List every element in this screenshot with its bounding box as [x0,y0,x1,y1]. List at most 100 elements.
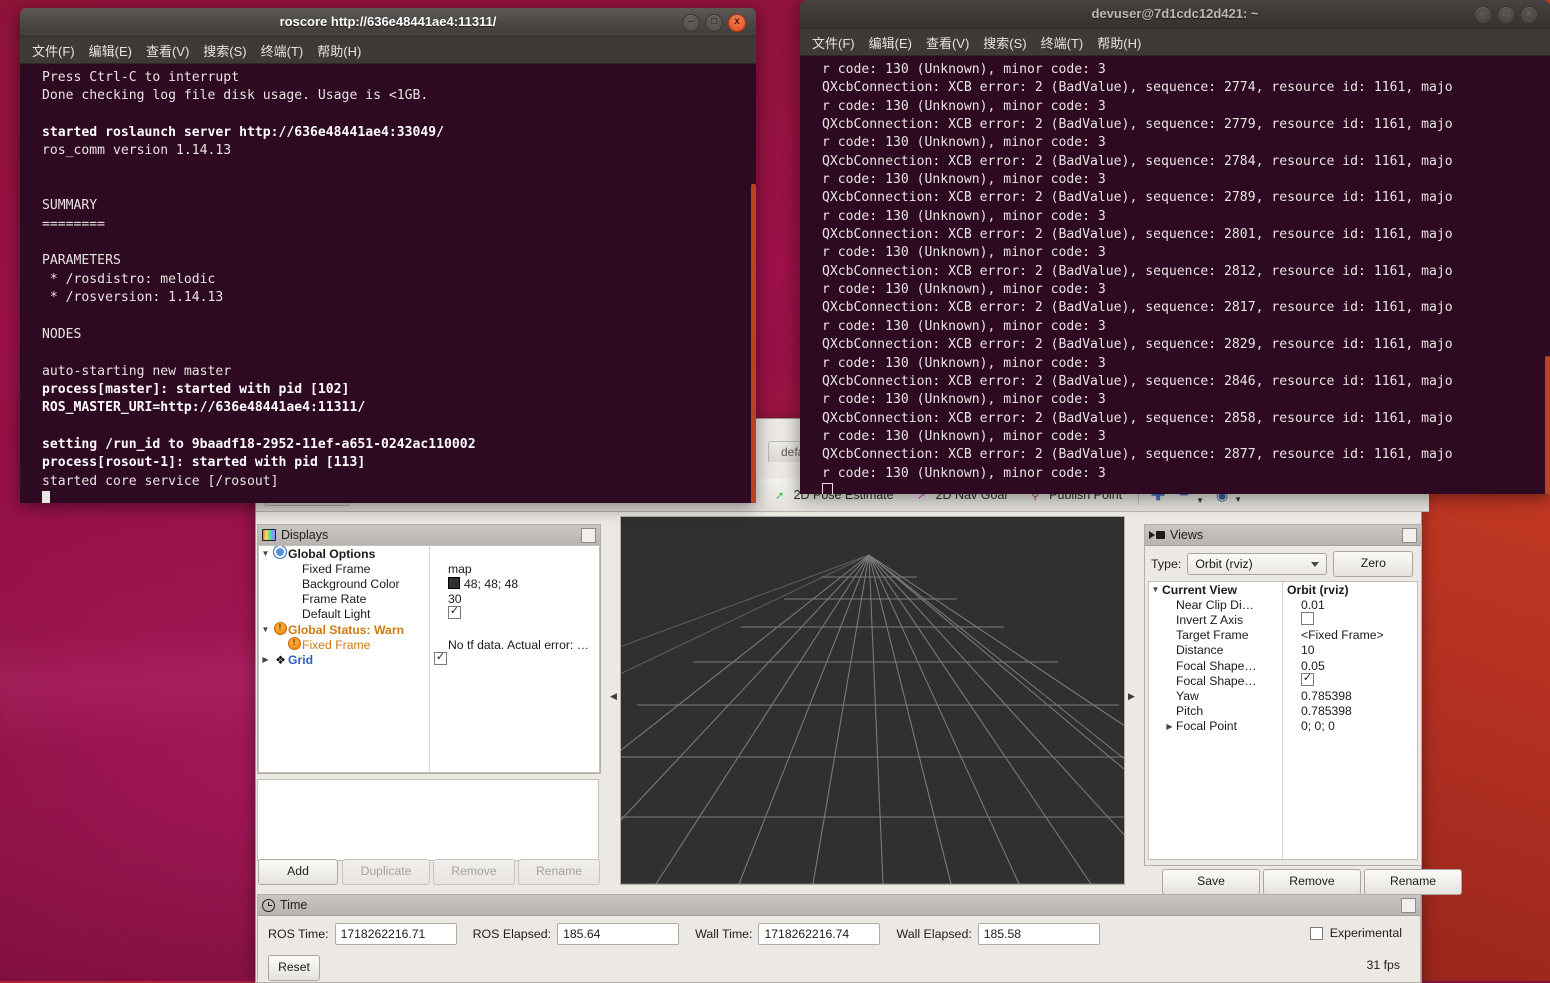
wall-elapsed-field[interactable]: 185.58 [977,923,1100,945]
grid-icon: ❖ [275,652,286,667]
terminal-left-scrollbar[interactable] [751,64,756,503]
tree-row-label: Focal Point [1176,719,1237,734]
tree-row-label: Frame Rate [302,592,367,607]
time-float-button[interactable] [1401,897,1416,913]
menu-item-2[interactable]: 查看(V) [146,41,189,60]
tree-row-value[interactable]: 0.785398 [1296,704,1352,718]
tree-row-value[interactable]: 10 [1296,643,1315,657]
menu-item-1[interactable]: 编辑(E) [869,33,912,52]
tree-row[interactable]: ▶ Focal Point 0; 0; 0 [1149,719,1417,734]
minimize-button-right[interactable]: – [1474,6,1492,24]
menu-item-0[interactable]: 文件(F) [812,33,855,52]
displays-float-button[interactable] [581,527,596,543]
views-tree[interactable]: ▼ Current View Orbit (rviz) Near Clip Di… 0.… [1148,581,1418,860]
views-zero-button[interactable]: Zero [1333,551,1414,577]
experimental-checkbox[interactable] [1309,926,1323,940]
chevron-down-icon-views [1311,562,1320,567]
tree-row[interactable]: Target Frame <Fixed Frame> [1149,628,1417,643]
terminal-left-body[interactable]: Press Ctrl-C to interrupt Done checking … [20,64,756,503]
expand-arrow-icon[interactable]: ▼ [259,549,272,558]
tree-row-value[interactable] [429,651,447,668]
views-float-button[interactable] [1402,527,1417,543]
collapse-arrow-icon[interactable]: ▶ [259,655,272,664]
row-checkbox[interactable] [448,606,461,620]
fps-label: 31 fps [1366,958,1401,972]
tree-row-value[interactable]: No tf data. Actual error: … [443,638,589,652]
time-panel: Time ROS Time: 1718262216.71 ROS Elapsed… [257,894,1421,983]
menu-item-0[interactable]: 文件(F) [32,41,75,60]
expand-arrow-icon[interactable]: ▼ [1149,585,1162,594]
terminal-right-menubar[interactable]: 文件(F) 编辑(E) 查看(V) 搜索(S) 终端(T) 帮助(H) [800,29,1550,56]
menu-item-4[interactable]: 终端(T) [261,41,304,60]
row-checkbox[interactable] [1301,611,1314,625]
menu-item-2[interactable]: 查看(V) [926,33,969,52]
tree-row[interactable]: Distance 10 [1149,643,1417,658]
menu-item-1[interactable]: 编辑(E) [89,41,132,60]
chevron-down-icon-2: ▼ [1234,494,1242,504]
render-view-3d[interactable] [620,516,1125,885]
row-checkbox[interactable] [434,651,447,665]
color-swatch[interactable] [448,576,460,589]
tree-row[interactable]: Pitch 0.785398 [1149,704,1417,719]
expand-arrow-icon[interactable]: ▼ [259,625,272,634]
ros-elapsed-field[interactable]: 185.64 [557,923,680,945]
tree-row-value[interactable]: map [443,562,472,576]
warning-icon [286,636,302,653]
tree-row-value[interactable]: Orbit (rviz) [1282,583,1349,597]
menu-item-5[interactable]: 帮助(H) [1097,33,1141,52]
warning-icon [272,621,288,638]
reset-button[interactable]: Reset [268,955,320,981]
tree-row[interactable]: Yaw 0.785398 [1149,688,1417,703]
ros-time-field[interactable]: 1718262216.71 [334,923,457,945]
maximize-button-left[interactable]: □ [705,14,723,32]
views-remove-button[interactable]: Remove [1263,869,1361,895]
close-button-right[interactable]: x [1520,6,1538,24]
tree-row-value[interactable]: 0.785398 [1296,689,1352,703]
terminal-left-title: roscore http://636e48441ae4:11311/ [279,14,497,29]
tree-row-value[interactable] [1296,611,1314,628]
terminal-window-roscore: roscore http://636e48441ae4:11311/ – □ x… [20,8,756,503]
tree-row-value[interactable]: 48; 48; 48 [443,576,518,591]
tree-row-value[interactable]: <Fixed Frame> [1296,628,1384,642]
tree-row[interactable]: Focal Shape… [1149,672,1417,689]
minimize-button-left[interactable]: – [682,14,700,32]
chevron-down-icon: ▼ [1196,496,1205,505]
ros-time-label: ROS Time: [268,927,329,941]
views-rename-button[interactable]: Rename [1364,869,1462,895]
terminal-right-body[interactable]: r code: 130 (Unknown), minor code: 3 QXc… [800,56,1550,494]
views-type-select[interactable]: Orbit (rviz) [1187,553,1328,575]
menu-item-3[interactable]: 搜索(S) [983,33,1026,52]
terminal-left-menubar[interactable]: 文件(F) 编辑(E) 查看(V) 搜索(S) 终端(T) 帮助(H) [20,37,756,64]
terminal-window-devuser: devuser@7d1cdc12d421: ~ – □ x 文件(F) 编辑(E)… [800,0,1550,494]
right-splitter-arrow[interactable]: ▶ [1128,691,1135,702]
wall-time-field[interactable]: 1718262216.74 [758,923,881,945]
terminal-left-titlebar[interactable]: roscore http://636e48441ae4:11311/ – □ x [20,8,756,37]
collapse-arrow-icon[interactable]: ▶ [1163,722,1176,731]
tree-row-value[interactable] [1296,672,1314,689]
tree-row-label: Pitch [1176,704,1204,719]
close-button-left[interactable]: x [728,14,746,32]
tree-row[interactable]: Invert Z Axis [1149,611,1417,628]
views-save-button[interactable]: Save [1162,869,1260,895]
menu-item-4[interactable]: 终端(T) [1041,33,1084,52]
left-splitter-arrow[interactable]: ◀ [610,691,617,702]
terminal-right-scrollbar[interactable] [1545,56,1550,494]
displays-add-button[interactable]: Add [258,859,338,885]
menu-item-3[interactable]: 搜索(S) [203,41,246,60]
wall-time-label: Wall Time: [695,927,753,941]
maximize-button-right[interactable]: □ [1497,6,1515,24]
tree-row-value[interactable]: 0.05 [1296,659,1325,673]
tree-row-value[interactable]: 30 [443,592,462,606]
tree-row-value[interactable] [443,606,461,622]
tree-row[interactable]: ▼ Current View Orbit (rviz) [1149,582,1417,597]
terminal-right-titlebar[interactable]: devuser@7d1cdc12d421: ~ – □ x [800,0,1550,29]
tree-row-value[interactable]: 0.01 [1296,598,1325,612]
tree-row-value[interactable]: 0; 0; 0 [1296,719,1335,733]
tree-row-label: Fixed Frame [302,637,371,652]
tree-row[interactable]: Near Clip Di… 0.01 [1149,597,1417,612]
row-checkbox[interactable] [1301,672,1314,686]
displays-tree[interactable]: ▼ Global Options Fixed Frame map Background … [258,545,600,773]
menu-item-5[interactable]: 帮助(H) [317,41,361,60]
tree-row-label: Focal Shape… [1176,673,1257,688]
tree-row[interactable]: Focal Shape… 0.05 [1149,658,1417,673]
